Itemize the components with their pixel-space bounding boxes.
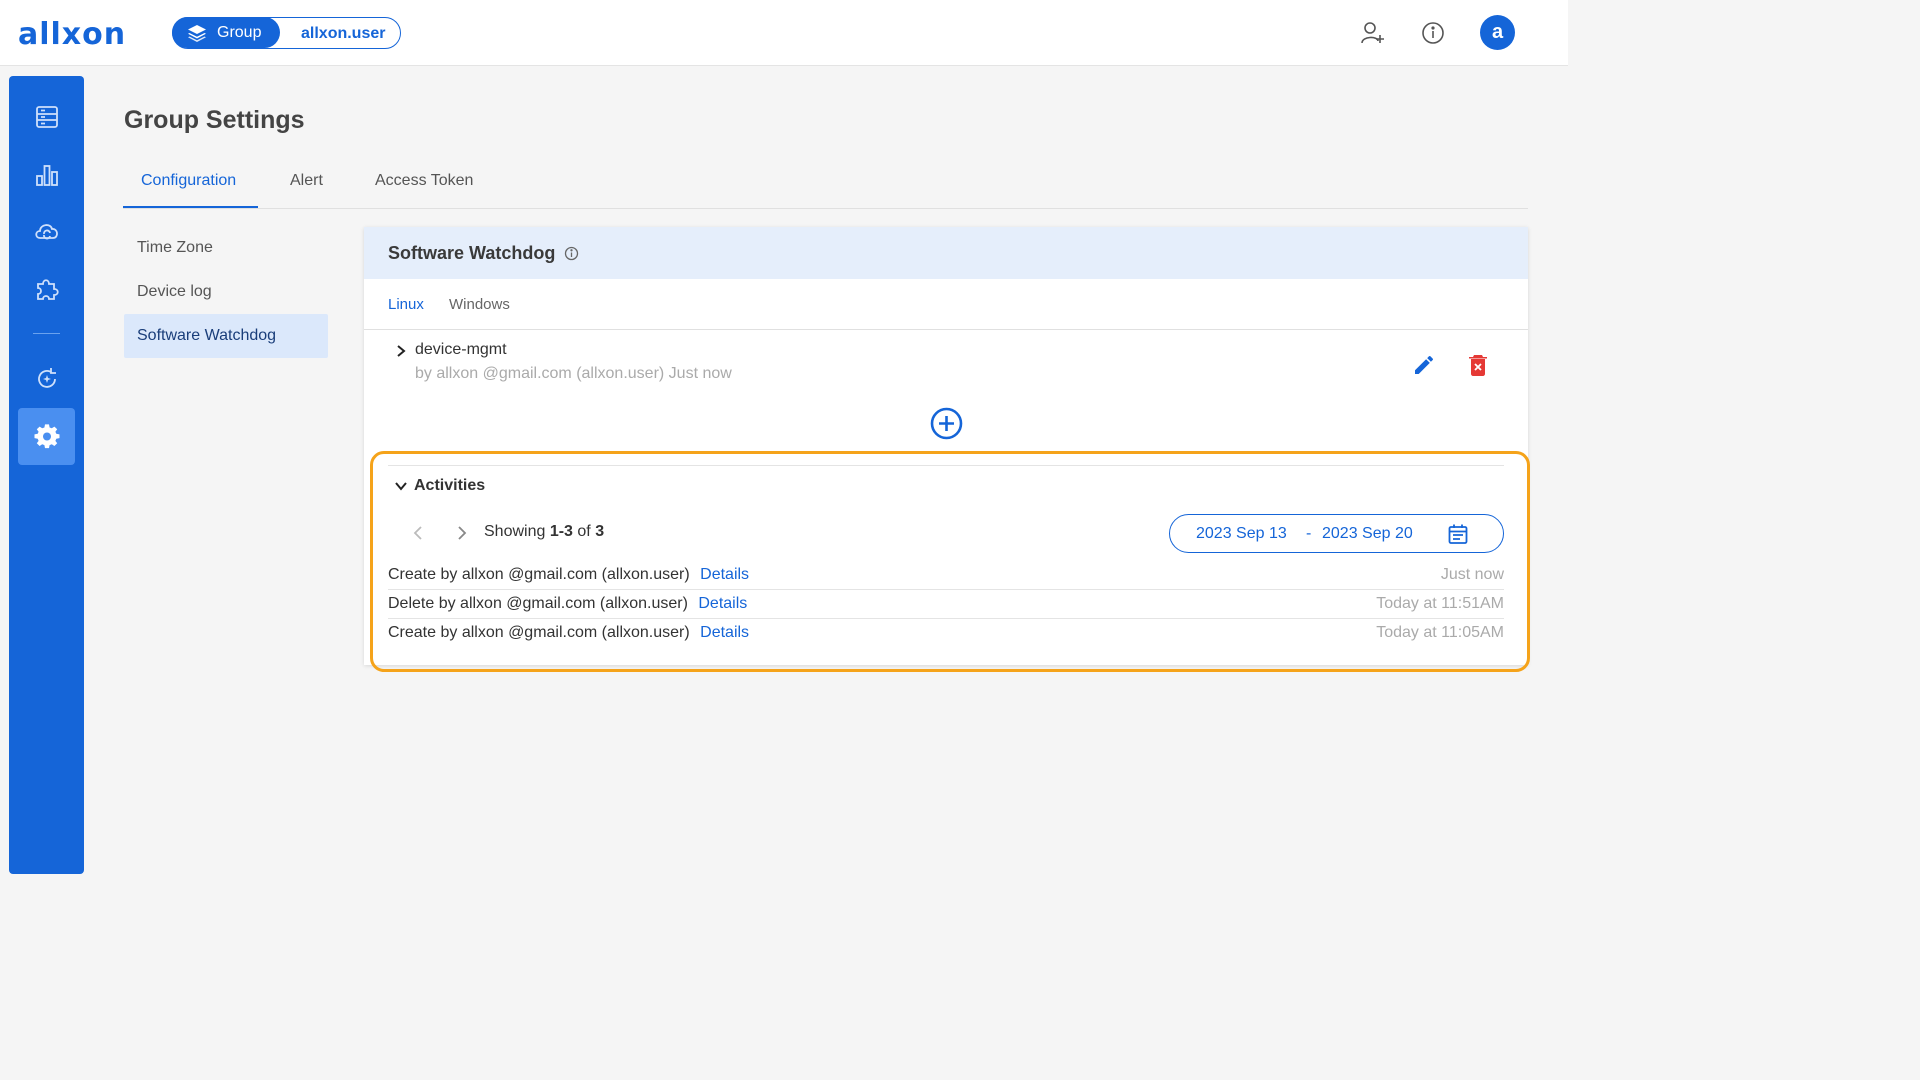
cloud-sync-icon — [34, 223, 58, 239]
delete-icon[interactable] — [1468, 353, 1488, 377]
add-circle-icon[interactable] — [930, 407, 963, 440]
side-menu-time-zone[interactable]: Time Zone — [124, 226, 328, 270]
bar-chart-icon — [35, 164, 58, 186]
top-bar: allxon Group allxon.user a — [0, 0, 1568, 66]
group-label: Group — [217, 24, 262, 41]
watchdog-item-meta: by allxon @gmail.com (allxon.user) Just … — [415, 365, 732, 382]
settings-tabs: Configuration Alert Access Token — [123, 160, 1528, 209]
tab-access-token[interactable]: Access Token — [375, 172, 473, 190]
tab-windows[interactable]: Windows — [449, 296, 510, 313]
nav-item-analytics[interactable] — [18, 146, 75, 203]
nav-item-plugins[interactable] — [18, 260, 75, 317]
tab-alert[interactable]: Alert — [290, 172, 323, 190]
left-nav — [9, 76, 84, 874]
watchdog-item-name: device-mgmt — [415, 341, 507, 358]
card-title: Software Watchdog — [388, 243, 556, 263]
edit-icon[interactable] — [1412, 353, 1436, 377]
refresh-icon — [37, 367, 56, 388]
add-user-icon[interactable] — [1360, 20, 1386, 46]
tab-configuration[interactable]: Configuration — [141, 172, 236, 190]
nav-item-updates[interactable] — [18, 350, 75, 407]
info-icon[interactable] — [564, 246, 579, 261]
side-menu-device-log[interactable]: Device log — [124, 270, 328, 314]
avatar[interactable]: a — [1480, 15, 1515, 50]
active-tab-indicator — [123, 206, 258, 208]
chevron-right-icon[interactable] — [395, 344, 407, 358]
nav-divider — [33, 333, 60, 334]
info-icon[interactable] — [1420, 20, 1446, 46]
nav-item-settings[interactable] — [18, 408, 75, 465]
layers-icon — [188, 25, 206, 42]
nav-item-ota[interactable] — [18, 202, 75, 259]
nav-item-devices[interactable] — [18, 88, 75, 145]
tab-linux[interactable]: Linux — [388, 296, 424, 313]
os-tabs: Linux Windows — [364, 279, 1528, 330]
activities-highlight-frame — [370, 451, 1530, 672]
page-title: Group Settings — [124, 106, 305, 134]
server-icon — [35, 105, 58, 128]
group-toggle[interactable]: Group — [172, 17, 280, 48]
group-selector[interactable]: Group allxon.user — [172, 17, 401, 49]
side-menu-software-watchdog[interactable]: Software Watchdog — [124, 314, 328, 358]
gear-icon — [34, 423, 59, 448]
app-logo[interactable]: allxon — [18, 17, 126, 52]
group-user-label[interactable]: allxon.user — [301, 25, 385, 43]
puzzle-icon — [36, 278, 59, 300]
card-header: Software Watchdog — [364, 227, 1528, 279]
